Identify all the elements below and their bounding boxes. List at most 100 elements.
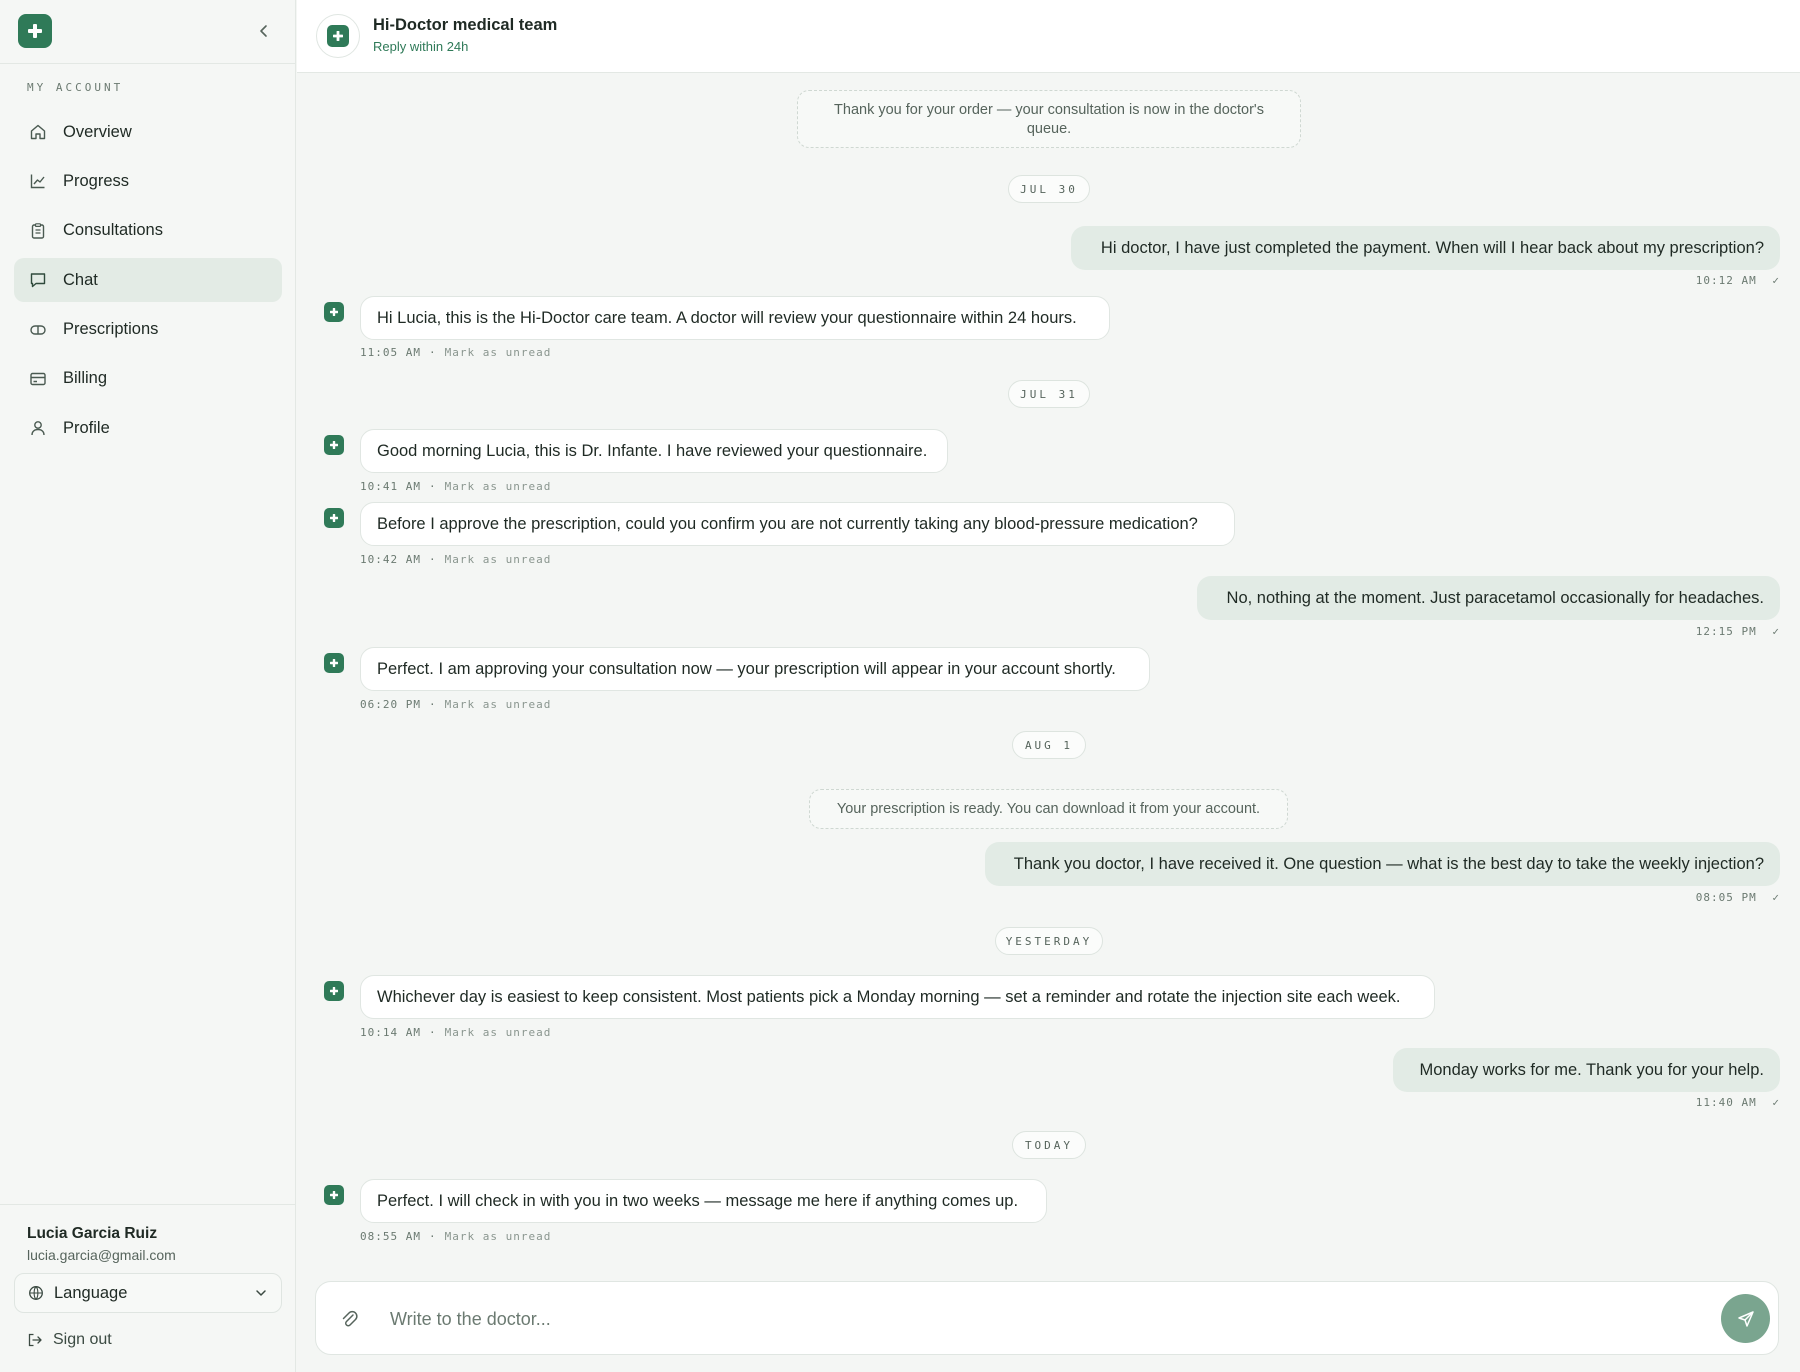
read-check-icon: ✓: [1772, 891, 1780, 904]
send-icon: [1737, 1310, 1755, 1328]
plus-icon: [327, 25, 349, 47]
message-meta: 08:55 AM · Mark as unread: [360, 1230, 551, 1243]
sidebar-item-consultations[interactable]: Consultations: [14, 209, 282, 253]
read-check-icon: ✓: [1772, 274, 1780, 287]
sign-out-button[interactable]: Sign out: [27, 1331, 112, 1349]
read-check-icon: ✓: [1772, 625, 1780, 638]
doctor-plus-icon: [324, 435, 344, 455]
doctor-plus-icon: [324, 981, 344, 1001]
sidebar-item-label: Consultations: [63, 221, 163, 240]
date-divider: TODAY: [1012, 1131, 1086, 1159]
chat-subtitle: Reply within 24h: [373, 39, 469, 54]
chat-header: Hi-Doctor medical team Reply within 24h: [297, 0, 1800, 73]
date-divider: YESTERDAY: [995, 927, 1103, 955]
chevron-down-icon: [255, 1289, 267, 1297]
sidebar-header: [0, 0, 295, 64]
sign-out-label: Sign out: [53, 1331, 112, 1348]
message-meta: 12:15 PM ✓: [1696, 625, 1780, 638]
language-label: Language: [54, 1283, 128, 1302]
date-divider: AUG 1: [1012, 731, 1086, 759]
message-meta: 10:42 AM · Mark as unread: [360, 553, 551, 566]
message-incoming: Perfect. I am approving your consultatio…: [360, 647, 1150, 691]
doctor-plus-icon: [324, 302, 344, 322]
home-icon: [28, 122, 48, 142]
section-label-my-account: MY ACCOUNT: [27, 81, 124, 94]
sidebar-item-label: Profile: [63, 418, 110, 437]
message-outgoing: Hi doctor, I have just completed the pay…: [1071, 226, 1780, 270]
message-time: 10:42 AM: [360, 553, 421, 566]
team-avatar: [316, 14, 360, 58]
sidebar: MY ACCOUNT Overview Progress Consultatio…: [0, 0, 296, 1372]
sidebar-item-label: Prescriptions: [63, 320, 159, 339]
chat-icon: [28, 270, 48, 290]
message-time: 10:41 AM: [360, 480, 421, 493]
sidebar-item-billing[interactable]: Billing: [14, 357, 282, 401]
paperclip-icon[interactable]: [338, 1308, 360, 1330]
message-outgoing: Thank you doctor, I have received it. On…: [985, 842, 1780, 886]
user-icon: [28, 418, 48, 438]
message-meta: 10:41 AM · Mark as unread: [360, 480, 551, 493]
doctor-plus-icon: [324, 508, 344, 528]
sidebar-item-progress[interactable]: Progress: [14, 159, 282, 203]
sidebar-nav: Overview Progress Consultations Chat Pre…: [14, 110, 282, 456]
read-check-icon: ✓: [1772, 1096, 1780, 1109]
system-notice: Thank you for your order — your consulta…: [797, 90, 1301, 148]
message-feed[interactable]: Thank you for your order — your consulta…: [297, 73, 1800, 1273]
send-button[interactable]: [1721, 1294, 1770, 1343]
message-incoming: Hi Lucia, this is the Hi-Doctor care tea…: [360, 296, 1110, 340]
message-meta: 10:12 AM ✓: [1696, 274, 1780, 287]
sidebar-item-label: Chat: [63, 270, 98, 289]
meta-separator: ·: [428, 553, 437, 566]
doctor-plus-icon: [324, 1185, 344, 1205]
message-incoming: Good morning Lucia, this is Dr. Infante.…: [360, 429, 948, 473]
globe-icon: [28, 1285, 44, 1301]
message-meta: 10:14 AM · Mark as unread: [360, 1026, 551, 1039]
mark-as-unread-link[interactable]: Mark as unread: [445, 1026, 552, 1039]
sidebar-item-profile[interactable]: Profile: [14, 406, 282, 450]
meta-separator: ·: [428, 480, 437, 493]
language-select[interactable]: Language: [14, 1273, 282, 1313]
message-outgoing: No, nothing at the moment. Just paraceta…: [1197, 576, 1780, 620]
meta-separator: ·: [428, 698, 437, 711]
mark-as-unread-link[interactable]: Mark as unread: [445, 480, 552, 493]
clipboard-icon: [28, 221, 48, 241]
message-incoming: Perfect. I will check in with you in two…: [360, 1179, 1047, 1223]
meta-separator: ·: [428, 1230, 437, 1243]
meta-separator: ·: [428, 1026, 437, 1039]
mark-as-unread-link[interactable]: Mark as unread: [445, 1230, 552, 1243]
mark-as-unread-link[interactable]: Mark as unread: [445, 553, 552, 566]
message-time: 10:14 AM: [360, 1026, 421, 1039]
user-email: lucia.garcia@gmail.com: [27, 1247, 176, 1263]
chat-main: Hi-Doctor medical team Reply within 24h …: [297, 0, 1800, 1372]
message-time: 08:05 PM: [1695, 891, 1757, 904]
doctor-plus-icon: [324, 653, 344, 673]
message-meta: 11:40 AM ✓: [1696, 1096, 1780, 1109]
sidebar-item-chat[interactable]: Chat: [14, 258, 282, 303]
message-time: 06:20 PM: [360, 698, 421, 711]
message-time: 12:15 PM: [1695, 625, 1757, 638]
chat-title: Hi-Doctor medical team: [373, 16, 558, 34]
card-icon: [28, 369, 48, 389]
message-time: 08:55 AM: [360, 1230, 421, 1243]
message-meta: 06:20 PM · Mark as unread: [360, 698, 551, 711]
message-incoming: Before I approve the prescription, could…: [360, 502, 1235, 546]
message-input[interactable]: [390, 1300, 1670, 1338]
user-name: Lucia Garcia Ruiz: [27, 1225, 158, 1242]
sign-out-icon: [27, 1332, 43, 1348]
date-divider: JUL 30: [1008, 175, 1090, 203]
logo-plus-icon[interactable]: [18, 14, 52, 48]
mark-as-unread-link[interactable]: Mark as unread: [445, 698, 552, 711]
collapse-sidebar-chevron-left-icon[interactable]: [254, 21, 274, 41]
message-composer: [315, 1281, 1779, 1355]
pill-icon: [28, 320, 48, 340]
chart-icon: [28, 171, 48, 191]
sidebar-item-prescriptions[interactable]: Prescriptions: [14, 308, 282, 352]
meta-separator: ·: [428, 346, 437, 359]
system-notice: Your prescription is ready. You can down…: [809, 789, 1288, 829]
sidebar-item-label: Progress: [63, 171, 130, 190]
sidebar-item-overview[interactable]: Overview: [14, 110, 282, 154]
message-time: 11:05 AM: [360, 346, 421, 359]
mark-as-unread-link[interactable]: Mark as unread: [445, 346, 552, 359]
message-time: 10:12 AM: [1695, 274, 1757, 287]
message-incoming: Whichever day is easiest to keep consist…: [360, 975, 1435, 1019]
